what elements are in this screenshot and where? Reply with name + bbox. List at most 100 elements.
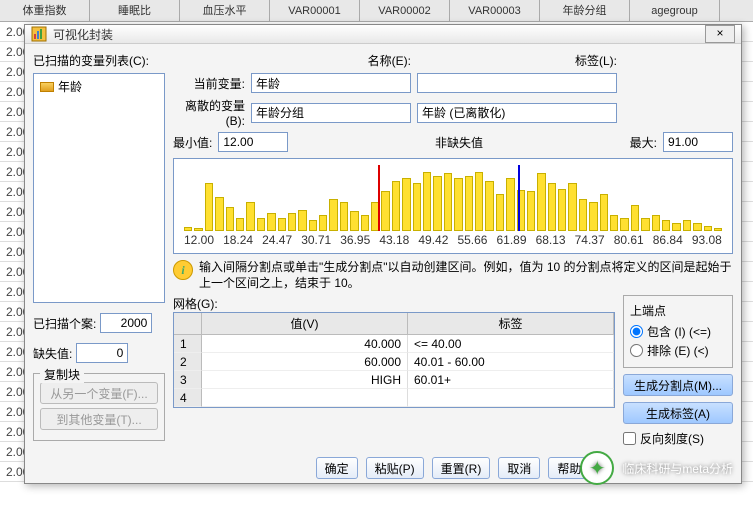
histogram-bar [641, 218, 649, 231]
close-button[interactable]: × [705, 25, 735, 43]
grid-row[interactable]: 260.00040.01 - 60.00 [174, 353, 614, 371]
cutpoint-grid[interactable]: 值(V) 标签 140.000<= 40.00260.00040.01 - 60… [173, 312, 615, 408]
missing-label: 缺失值: [33, 345, 72, 362]
histogram-bar [329, 199, 337, 231]
scanned-var-list[interactable]: 年龄 [33, 73, 165, 303]
grid-cell-value[interactable] [202, 389, 408, 407]
histogram-bar [465, 176, 473, 231]
dialog-title: 可视化封装 [53, 26, 705, 43]
cutpoint-marker[interactable] [378, 165, 380, 231]
histogram-bar [215, 197, 223, 231]
reverse-scale-checkbox[interactable] [623, 432, 636, 445]
include-radio[interactable]: 包含 (I) (<=) [630, 323, 726, 340]
grid-rownum: 1 [174, 335, 202, 353]
histogram-bar [610, 215, 618, 231]
histogram-bar [423, 172, 431, 231]
from-another-var-button: 从另一个变量(F)... [40, 382, 158, 404]
list-item-label: 年龄 [58, 78, 82, 95]
histogram-bar [693, 223, 701, 231]
grid-cell-value[interactable]: HIGH [202, 371, 408, 389]
titlebar[interactable]: 可视化封装 × [25, 25, 741, 44]
min-field[interactable] [218, 132, 288, 152]
histogram-bar [236, 218, 244, 231]
scanned-cases-field[interactable] [100, 313, 152, 333]
cancel-button[interactable]: 取消 [498, 457, 540, 479]
col-header[interactable]: 血压水平 [180, 0, 270, 21]
col-header[interactable]: 睡眠比 [90, 0, 180, 21]
histogram-bar [620, 218, 628, 231]
grid-rownum: 2 [174, 353, 202, 371]
info-icon: i [173, 260, 193, 280]
col-header[interactable]: VAR00001 [270, 0, 360, 21]
grid-rownum: 4 [174, 389, 202, 407]
reset-button[interactable]: 重置(R) [432, 457, 491, 479]
x-tick: 18.24 [223, 233, 253, 247]
grid-cell-tag[interactable]: 60.01+ [408, 371, 614, 389]
grid-rownum: 3 [174, 371, 202, 389]
grid-row[interactable]: 4 [174, 389, 614, 407]
histogram-bar [600, 194, 608, 231]
tag-label: 标签(L): [417, 52, 617, 69]
info-text: 输入间隔分割点或单击"生成分割点"以自动创建区间。例如，值为 10 的分割点将定… [199, 260, 733, 291]
x-tick: 43.18 [379, 233, 409, 247]
grid-cell-value[interactable]: 60.000 [202, 353, 408, 371]
cutpoint-marker[interactable] [518, 165, 520, 231]
grid-cell-tag[interactable]: <= 40.00 [408, 335, 614, 353]
col-header[interactable]: agegroup [630, 0, 720, 21]
grid-row[interactable]: 3HIGH60.01+ [174, 371, 614, 389]
list-item[interactable]: 年龄 [34, 74, 164, 99]
make-cutpoints-button[interactable]: 生成分割点(M)... [623, 374, 733, 396]
col-header[interactable]: 体重指数 [0, 0, 90, 21]
current-var-tag[interactable] [417, 73, 617, 93]
missing-field[interactable] [76, 343, 128, 363]
discrete-var-label: 离散的变量(B): [173, 97, 245, 128]
grid-cell-tag[interactable]: 40.01 - 60.00 [408, 353, 614, 371]
include-radio-input[interactable] [630, 325, 643, 338]
x-tick: 68.13 [536, 233, 566, 247]
col-header[interactable]: 年龄分组 [540, 0, 630, 21]
histogram-bar [485, 181, 493, 231]
max-field[interactable] [663, 132, 733, 152]
histogram-bar [454, 178, 462, 231]
histogram-bar [319, 215, 327, 231]
histogram-bar [205, 183, 213, 231]
reverse-scale-label: 反向刻度(S) [640, 430, 704, 447]
x-tick: 36.95 [340, 233, 370, 247]
exclude-radio-input[interactable] [630, 344, 643, 357]
histogram-bar [496, 194, 504, 231]
col-header[interactable]: VAR00003 [450, 0, 540, 21]
histogram-bar [652, 215, 660, 231]
col-header[interactable]: VAR00002 [360, 0, 450, 21]
histogram-bar [558, 189, 566, 231]
histogram-bar [298, 210, 306, 231]
histogram-bar [267, 213, 275, 231]
help-button[interactable]: 帮助 [548, 457, 590, 479]
x-tick: 93.08 [692, 233, 722, 247]
histogram-bar [288, 213, 296, 231]
app-icon [31, 26, 47, 42]
exclude-radio[interactable]: 排除 (E) (<) [630, 342, 726, 359]
histogram-bar [537, 173, 545, 231]
x-tick: 61.89 [497, 233, 527, 247]
x-tick: 55.66 [457, 233, 487, 247]
sheet-header: 体重指数 睡眠比 血压水平 VAR00001 VAR00002 VAR00003… [0, 0, 753, 22]
grid-cell-tag[interactable] [408, 389, 614, 407]
copy-group-legend: 复制块 [40, 366, 84, 383]
x-tick: 24.47 [262, 233, 292, 247]
grid-label: 网格(G): [173, 295, 615, 312]
histogram-bar [361, 215, 369, 231]
histogram-bar [589, 202, 597, 231]
ok-button[interactable]: 确定 [316, 457, 358, 479]
histogram-bar [444, 173, 452, 231]
discrete-var-tag[interactable] [417, 103, 617, 123]
x-tick: 30.71 [301, 233, 331, 247]
grid-cell-value[interactable]: 40.000 [202, 335, 408, 353]
grid-row[interactable]: 140.000<= 40.00 [174, 335, 614, 353]
histogram-bar [246, 202, 254, 231]
histogram-bar [672, 223, 680, 231]
paste-button[interactable]: 粘贴(P) [366, 457, 424, 479]
histogram-bar [309, 220, 317, 231]
discrete-var-name[interactable] [251, 103, 411, 123]
make-labels-button[interactable]: 生成标签(A) [623, 402, 733, 424]
current-var-name[interactable] [251, 73, 411, 93]
